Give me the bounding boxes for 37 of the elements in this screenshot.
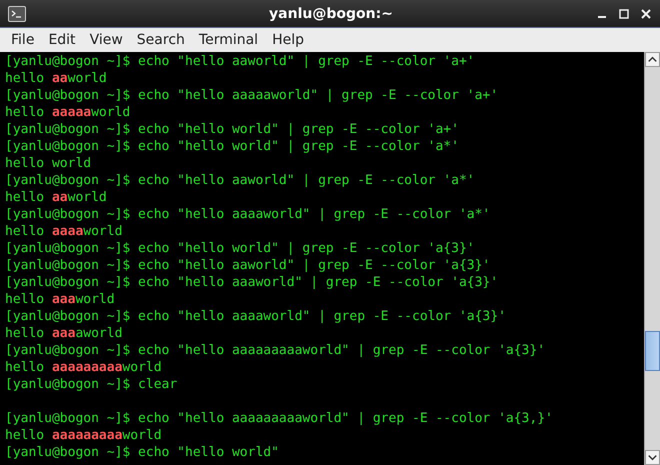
menu-item[interactable]: Help [265,30,311,50]
output-line: hello aaworld [5,189,108,206]
maximize-icon[interactable] [618,8,630,20]
command-line: [yanlu@bogon ~]$ echo "hello aaworld" | grep -E --color 'a{3}' [5,257,492,274]
output-line: hello aaaworld [5,291,116,308]
command-line: [yanlu@bogon ~]$ echo "hello world" | grep -E --color 'a*' [5,138,460,155]
command-line: [yanlu@bogon ~]$ echo "hello aaaaaaaaaworld" | grep -E --color 'a{3,}' [5,410,554,427]
output-line: hello aaaaaaaaaworld [5,359,163,376]
output-line: hello aaaaaaaaaworld [5,427,163,444]
command-line: [yanlu@bogon ~]$ echo "hello aaaaaaaaaworld" | grep -E --color 'a{3}' [5,342,546,359]
scrollbar[interactable] [644,52,660,465]
output-line: hello aaaaaworld [5,104,132,121]
menu-item[interactable]: Search [130,30,192,50]
scroll-thumb[interactable] [645,331,660,371]
scroll-up-icon[interactable] [645,52,660,67]
command-line: [yanlu@bogon ~]$ clear [5,376,178,393]
terminal-icon [8,6,26,22]
output-line: hello world [5,155,92,172]
command-line: [yanlu@bogon ~]$ echo "hello world" | grep -E --color 'a+' [5,121,460,138]
command-line: [yanlu@bogon ~]$ echo "hello aaaaaworld" | grep -E --color 'a+' [5,87,500,104]
menu-item[interactable]: File [4,30,42,50]
window-title: yanlu@bogon:~ [268,6,394,22]
menu-item[interactable]: View [82,30,130,50]
command-line: [yanlu@bogon ~]$ echo "hello world" [5,444,280,461]
close-icon[interactable] [640,8,652,20]
output-line: hello aaaaworld [5,223,124,240]
command-line: [yanlu@bogon ~]$ echo "hello aaaworld" | grep -E --color 'a{3}' [5,274,500,291]
output-line: hello aaworld [5,70,108,87]
command-line: [yanlu@bogon ~]$ echo "hello aaaaworld" | grep -E --color 'a*' [5,206,492,223]
scroll-down-icon[interactable] [645,450,660,465]
menu-item[interactable]: Terminal [192,30,266,50]
command-line: [yanlu@bogon ~]$ echo "hello aaworld" | grep -E --color 'a+' [5,53,476,70]
output-line: hello aaaaworld [5,325,124,342]
command-line: [yanlu@bogon ~]$ echo "hello aaworld" | grep -E --color 'a*' [5,172,476,189]
command-line: [yanlu@bogon ~]$ echo "hello aaaaworld" | grep -E --color 'a{3}' [5,308,507,325]
menu-item[interactable]: Edit [41,30,83,50]
command-line: [yanlu@bogon ~]$ echo "hello world" | grep -E --color 'a{3}' [5,240,476,257]
